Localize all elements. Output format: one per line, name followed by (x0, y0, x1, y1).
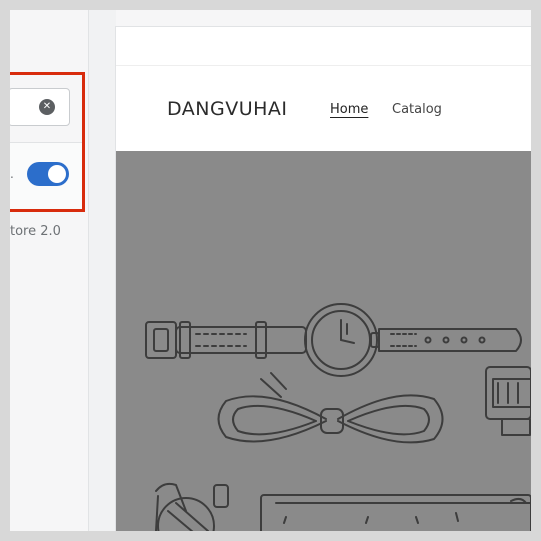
nav-home-link[interactable]: Home (330, 102, 368, 117)
store-preview: DANGVUHAI Home Catalog (116, 27, 531, 531)
app-frame: ✕ . tore 2.0 DANGVUHAI Home Catalog (10, 10, 531, 531)
theme-version-text: tore 2.0 (10, 224, 61, 239)
nav-catalog-link[interactable]: Catalog (392, 102, 442, 117)
store-header: DANGVUHAI Home Catalog (116, 65, 531, 151)
panel-gutter (89, 10, 116, 531)
watch-bowtie-wallet-illustration (145, 303, 531, 531)
highlight-annotation (10, 72, 85, 212)
store-logo[interactable]: DANGVUHAI (167, 98, 288, 120)
hero-image (116, 151, 531, 531)
preview-topbar (116, 27, 531, 66)
